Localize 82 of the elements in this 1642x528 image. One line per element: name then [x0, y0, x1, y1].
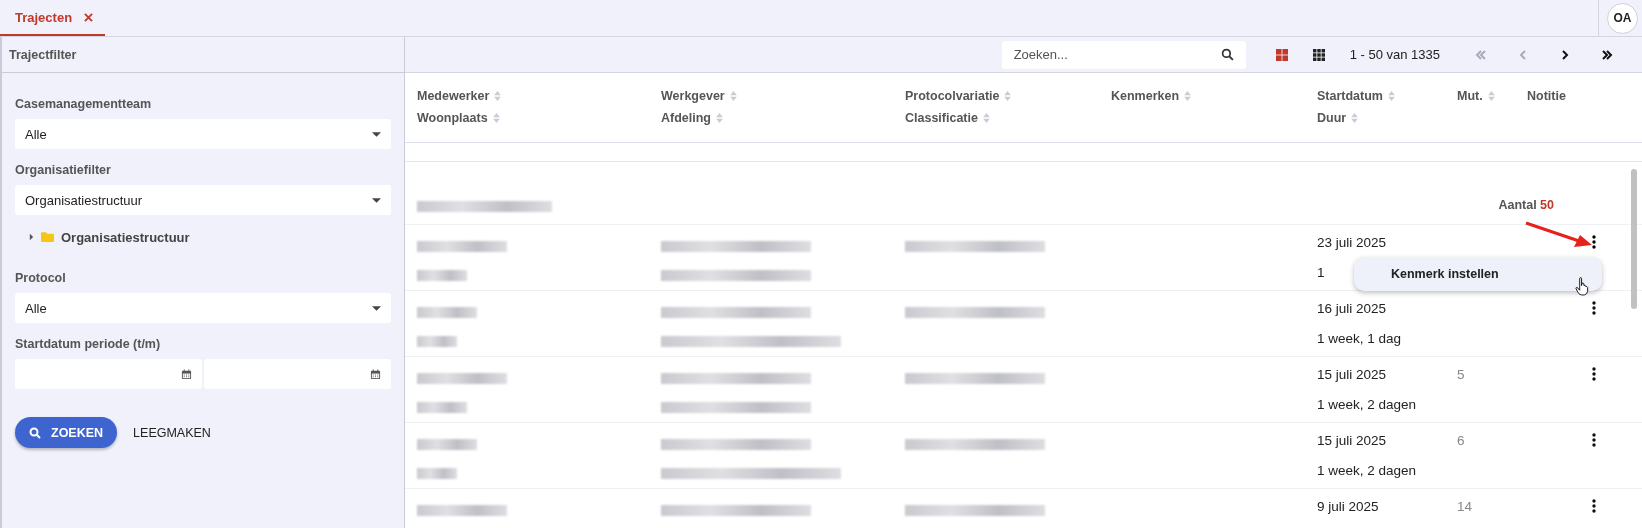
column-header[interactable]: Classificatie	[905, 111, 978, 125]
field-label: Organisatiefilter	[15, 163, 112, 177]
select-field[interactable]: Alle	[15, 119, 391, 149]
sort-icon[interactable]	[729, 91, 737, 101]
duration: 1 week, 2 dagen	[1317, 463, 1417, 478]
date-field[interactable]	[15, 359, 202, 389]
field-label: Casemanagementteam	[15, 97, 153, 111]
sort-icon[interactable]	[1184, 91, 1192, 101]
mutation-count: 5	[1457, 367, 1465, 382]
sort-icon[interactable]	[982, 113, 990, 123]
column-header[interactable]: Woonplaats	[417, 111, 488, 125]
column-header[interactable]: Medewerker	[417, 89, 490, 103]
expand-icon	[29, 233, 34, 241]
column-header[interactable]: Protocolvariatie	[905, 89, 1000, 103]
double-chevron-left-icon	[1475, 49, 1487, 60]
column-header[interactable]: Kenmerken	[1111, 89, 1180, 103]
search-icon	[29, 426, 41, 439]
close-icon[interactable]	[84, 12, 94, 22]
blurred-text	[417, 468, 457, 479]
mutation-count: 6	[1457, 433, 1465, 448]
clear-button[interactable]: LEEGMAKEN	[125, 425, 219, 440]
sort-icon[interactable]	[716, 113, 723, 123]
caret-icon	[372, 197, 381, 203]
field-label: Startdatum periode (t/m)	[15, 337, 162, 351]
column-header[interactable]: Mut.	[1457, 89, 1483, 103]
menu-item[interactable]: Kenmerk instellen	[1354, 257, 1602, 291]
column-header[interactable]: Notitie	[1527, 89, 1566, 103]
pagination-label: 1 - 50 van 1335	[1349, 47, 1440, 62]
blurred-text	[417, 270, 467, 281]
column-header[interactable]: Werkgever	[661, 89, 725, 103]
sort-icon[interactable]	[1351, 113, 1359, 123]
sort-icon[interactable]	[1004, 91, 1012, 101]
mutation-count: 14	[1457, 499, 1473, 514]
grid-view-icon[interactable]	[1312, 48, 1325, 61]
column-header[interactable]: Startdatum	[1317, 89, 1383, 103]
blurred-text	[417, 402, 467, 413]
caret-icon	[372, 305, 381, 311]
field-label: Protocol	[15, 271, 67, 285]
search-icon	[1220, 48, 1234, 61]
chevron-right-icon	[1561, 49, 1569, 60]
blurred-text	[417, 336, 457, 347]
kebab-menu-icon	[1592, 498, 1596, 513]
user-avatar[interactable]: OA	[1607, 2, 1638, 34]
duration: 1 week, 2 dagen	[1317, 397, 1417, 412]
caret-icon	[372, 131, 381, 137]
start-date: 23 juli 2025	[1317, 235, 1387, 250]
kebab-menu-icon	[1592, 366, 1596, 381]
sort-icon[interactable]	[492, 113, 500, 123]
date-field[interactable]	[204, 359, 391, 389]
blurred-text	[417, 439, 477, 450]
start-date: 16 juli 2025	[1317, 301, 1387, 316]
kebab-menu-icon	[1592, 300, 1596, 315]
hand-cursor-icon	[1575, 277, 1590, 296]
column-header[interactable]: Afdeling	[661, 111, 711, 125]
sort-icon[interactable]	[1388, 91, 1395, 101]
calendar-icon	[370, 368, 381, 380]
start-date: 15 juli 2025	[1317, 367, 1387, 382]
select-field[interactable]: Alle	[15, 293, 391, 323]
card-view-icon[interactable]	[1275, 48, 1288, 61]
sort-icon[interactable]	[1487, 91, 1495, 101]
duration: 1	[1317, 265, 1325, 280]
search-field[interactable]: Zoeken...	[1001, 40, 1246, 69]
double-chevron-right-icon	[1601, 49, 1613, 60]
start-date: 9 juli 2025	[1317, 499, 1379, 514]
search-button[interactable]: ZOEKEN	[15, 417, 118, 448]
pointer-arrow	[1524, 219, 1594, 249]
tab[interactable]: Trajecten	[0, 0, 106, 36]
select-field[interactable]: Organisatiestructuur	[15, 185, 391, 215]
scrollbar[interactable]	[1631, 169, 1637, 309]
tree-item[interactable]: Organisatiestructuur	[29, 227, 190, 247]
blurred-text	[417, 307, 477, 318]
chevron-left-icon	[1519, 49, 1527, 60]
sort-icon[interactable]	[494, 91, 502, 101]
panel-title: Trajectfilter	[2, 37, 404, 73]
kebab-menu-icon	[1592, 234, 1596, 249]
group-count: Aantal 50	[1498, 198, 1554, 212]
column-header[interactable]: Duur	[1317, 111, 1347, 125]
duration: 1 week, 1 dag	[1317, 331, 1402, 346]
start-date: 15 juli 2025	[1317, 433, 1387, 448]
calendar-icon	[181, 368, 192, 380]
kebab-menu-icon	[1592, 432, 1596, 447]
folder-icon	[41, 232, 54, 242]
